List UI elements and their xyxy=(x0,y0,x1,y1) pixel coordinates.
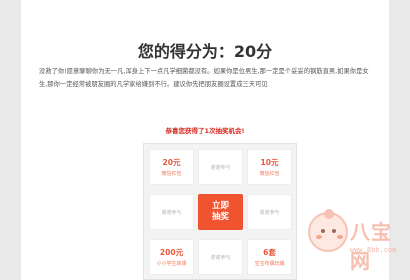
watermark-url: www.8bb.com xyxy=(350,246,397,254)
prize-label: 微信红包 xyxy=(259,171,280,177)
prize-cell-thanks: 谢谢参与 xyxy=(247,194,292,230)
prize-label: 微信红包 xyxy=(161,171,182,177)
prize-amount: 10元 xyxy=(260,158,279,167)
prize-label: 谢谢参与 xyxy=(210,165,231,171)
prize-cell-toy-6: 6套 宝宝布偶玩偶 xyxy=(247,239,292,275)
prize-label: 谢谢参与 xyxy=(210,255,231,261)
lottery-grid: 20元 微信红包 谢谢参与 10元 微信红包 谢谢参与 立即 抽奖 谢谢参与 2… xyxy=(143,143,297,280)
prize-label: 谢谢参与 xyxy=(161,210,182,216)
draw-lottery-button[interactable]: 立即 抽奖 xyxy=(198,194,243,230)
draw-button-label-line1: 立即 xyxy=(211,201,229,211)
prize-label: 宝宝布偶玩偶 xyxy=(254,261,285,267)
score-title: 您的得分为：20分 xyxy=(137,42,273,61)
draw-button-label-line2: 抽奖 xyxy=(211,212,229,222)
site-watermark: 八宝网 www.8bb.com xyxy=(304,209,404,274)
prize-label: 谢谢参与 xyxy=(259,210,280,216)
prize-cell-course-200: 200元 小小学生四课 xyxy=(149,239,194,275)
prize-cell-thanks: 谢谢参与 xyxy=(198,149,243,185)
prize-cell-thanks: 谢谢参与 xyxy=(198,239,243,275)
watermark-text: 八宝网 xyxy=(350,220,392,273)
baby-face-logo-icon xyxy=(308,209,348,252)
lottery-win-label: 恭喜您获得了1次抽奖机会! xyxy=(165,127,245,135)
prize-amount: 200元 xyxy=(159,248,184,257)
prize-label: 小小学生四课 xyxy=(156,261,187,267)
prize-amount: 6套 xyxy=(263,248,276,257)
prize-cell-red-packet-20: 20元 微信红包 xyxy=(149,149,194,185)
prize-amount: 20元 xyxy=(162,158,181,167)
prize-cell-thanks: 谢谢参与 xyxy=(149,194,194,230)
score-description: 没救了你!愿意聊聊你为无一凡,浑身上下一点凡学细菌都没有。如果你是位男生,那一定… xyxy=(39,68,369,88)
prize-cell-red-packet-10: 10元 微信红包 xyxy=(247,149,292,185)
